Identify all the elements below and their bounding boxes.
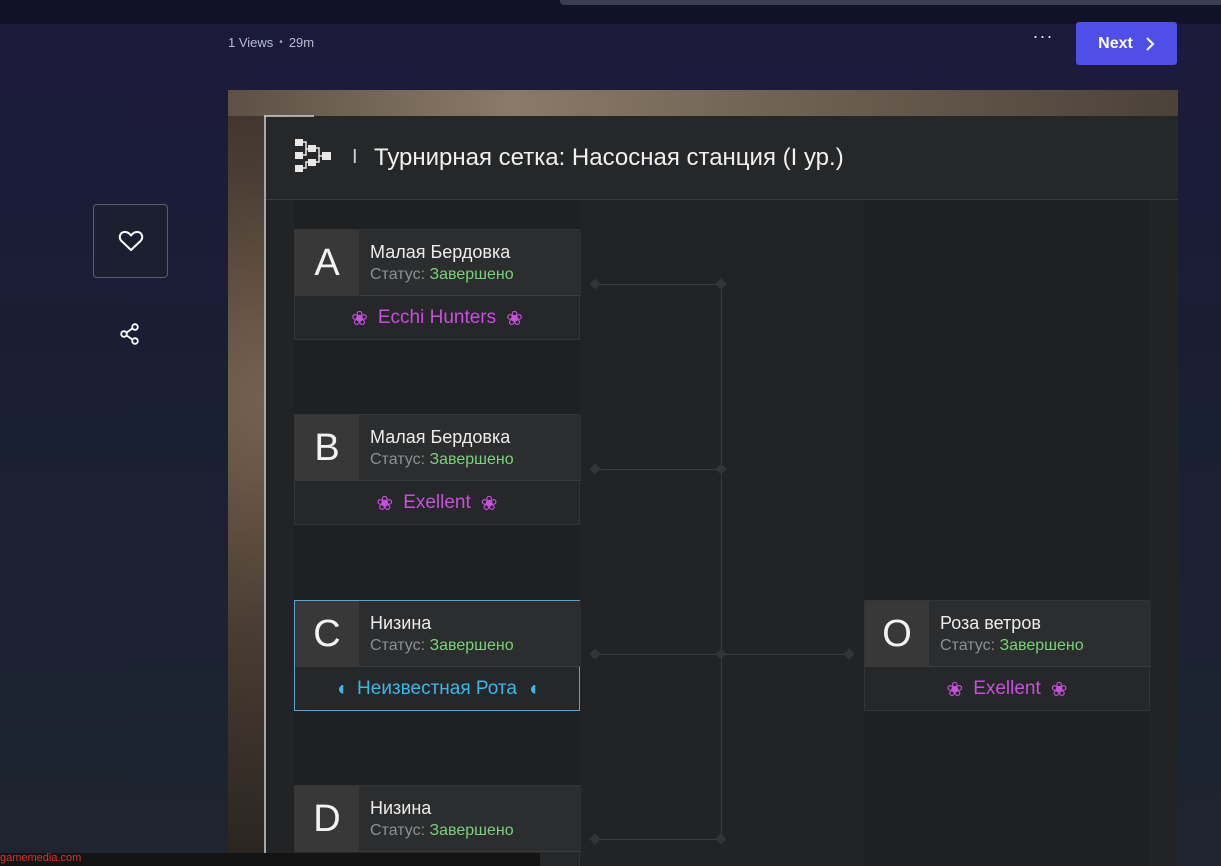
team-emblem-icon: ❀ (376, 492, 394, 515)
header-separator: I (352, 146, 358, 168)
status-value: Завершено (429, 266, 514, 283)
match-letter: B (295, 415, 359, 481)
status-label: Статус: (370, 451, 426, 468)
post-age: 29m (288, 35, 315, 50)
connector-node (715, 463, 727, 475)
connector (721, 284, 722, 839)
frame-line (264, 115, 266, 866)
match-info: Малая Бердовка Статус: Завершено (359, 230, 581, 296)
match-team: ❀ Exellent ❀ (865, 667, 1149, 711)
team-emblem-icon: ◖ (526, 677, 540, 700)
bracket-icon (295, 139, 331, 172)
status-value: Завершено (429, 637, 514, 654)
match-location: Малая Бердовка (370, 427, 511, 447)
match-location: Низина (370, 613, 432, 633)
team-name: Exellent (973, 678, 1041, 699)
bracket-panel: I Турнирная сетка: Насосная станция (I у… (264, 116, 1178, 866)
connector-node (715, 648, 727, 660)
post-meta: 1 Views • 29m (228, 35, 314, 50)
match-location: Малая Бердовка (370, 242, 511, 262)
match-card-a[interactable]: A Малая Бердовка Статус: Завершено ❀ Ecc… (294, 229, 581, 340)
connector-node (589, 833, 601, 845)
connector (595, 284, 721, 285)
more-options-button[interactable]: ··· (1030, 27, 1056, 50)
post-image: I Турнирная сетка: Насосная станция (I у… (228, 90, 1178, 866)
connector-node (843, 648, 855, 660)
top-bar (0, 0, 1221, 24)
match-team: ◖ Неизвестная Рота ◖ (295, 667, 579, 711)
status-value: Завершено (999, 637, 1084, 654)
team-name: Неизвестная Рота (357, 678, 517, 699)
views-count: 1 Views (228, 35, 274, 50)
connector (595, 839, 721, 840)
team-emblem-icon: ❀ (506, 307, 523, 330)
match-status: Статус: Завершено (940, 637, 1084, 655)
next-button[interactable]: Next (1076, 22, 1177, 65)
team-name: Exellent (403, 492, 471, 513)
connector-node (715, 833, 727, 845)
bracket-header: I Турнирная сетка: Насосная станция (I у… (264, 116, 1178, 200)
status-label: Статус: (370, 822, 426, 839)
match-card-o[interactable]: O Роза ветров Статус: Завершено ❀ Exelle… (864, 600, 1151, 711)
like-button[interactable] (93, 204, 168, 278)
status-label: Статус: (940, 637, 996, 654)
match-letter: D (295, 786, 359, 852)
match-letter: A (295, 230, 359, 296)
match-info: Низина Статус: Завершено (359, 601, 581, 667)
team-name: Ecchi Hunters (377, 307, 497, 328)
match-status: Статус: Завершено (370, 637, 514, 655)
team-emblem-icon: ❀ (480, 492, 498, 515)
share-icon (120, 323, 139, 345)
match-letter: O (865, 601, 929, 667)
status-bar-link-text: gamemedia.com (0, 853, 82, 864)
chevron-right-icon (1146, 36, 1155, 51)
match-card-c[interactable]: C Низина Статус: Завершено ◖ Неизвестная… (294, 600, 581, 711)
match-status: Статус: Завершено (370, 266, 514, 284)
status-label: Статус: (370, 266, 426, 283)
heart-icon (118, 230, 143, 251)
status-value: Завершено (429, 451, 514, 468)
match-info: Низина Статус: Завершено (359, 786, 581, 852)
match-status: Статус: Завершено (370, 822, 514, 840)
match-info: Роза ветров Статус: Завершено (929, 601, 1151, 667)
next-button-label: Next (1098, 34, 1133, 52)
meta-separator: • (279, 37, 283, 48)
match-info: Малая Бердовка Статус: Завершено (359, 415, 581, 481)
match-location: Роза ветров (940, 613, 1041, 633)
status-bar-link[interactable]: gamemedia.com (0, 853, 540, 866)
team-emblem-icon: ◖ (334, 677, 348, 700)
connector-node (589, 278, 601, 290)
bracket-title: Турнирная сетка: Насосная станция (I ур.… (374, 144, 844, 171)
match-location: Низина (370, 798, 432, 818)
match-team: ❀ Exellent ❀ (295, 481, 579, 525)
match-letter: C (295, 601, 359, 667)
connector-node (589, 463, 601, 475)
match-status: Статус: Завершено (370, 451, 514, 469)
share-button[interactable] (116, 320, 144, 348)
connector (595, 469, 721, 470)
match-card-b[interactable]: B Малая Бердовка Статус: Завершено ❀ Exe… (294, 414, 581, 525)
round-2-column (864, 200, 1150, 866)
team-emblem-icon: ❀ (351, 307, 368, 330)
frame-line (264, 115, 314, 117)
connector-node (715, 278, 727, 290)
status-value: Завершено (429, 822, 514, 839)
image-background (228, 90, 1178, 116)
team-emblem-icon: ❀ (1050, 678, 1068, 701)
match-team: ❀ Ecchi Hunters ❀ (295, 296, 579, 340)
team-emblem-icon: ❀ (946, 678, 964, 701)
search-bar[interactable] (560, 0, 1221, 5)
connector-node (589, 648, 601, 660)
status-label: Статус: (370, 637, 426, 654)
